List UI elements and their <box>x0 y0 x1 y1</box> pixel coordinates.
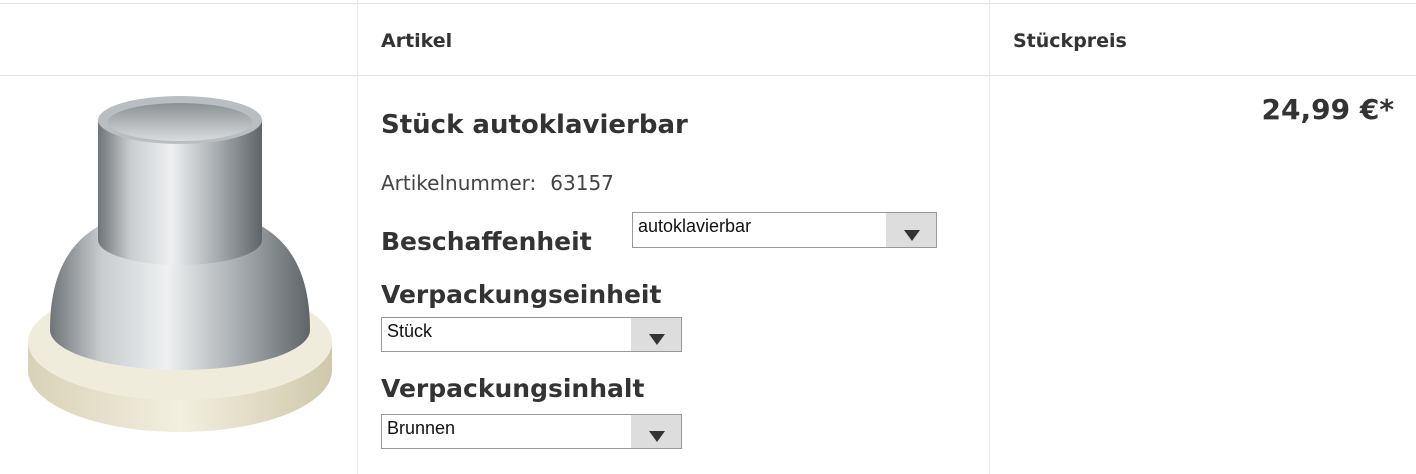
beschaffenheit-select[interactable]: autoklavierbar <box>632 212 937 248</box>
dropdown-button[interactable] <box>631 318 681 351</box>
verpackungsinhalt-label: Verpackungsinhalt <box>381 374 645 403</box>
article-number-label: Artikelnummer: <box>381 171 537 195</box>
beschaffenheit-label: Beschaffenheit <box>381 227 592 256</box>
dropdown-button[interactable] <box>631 415 681 448</box>
aluminum-cup-icon <box>28 96 332 432</box>
chevron-down-icon <box>904 230 920 241</box>
verpackungsinhalt-selected-value: Brunnen <box>387 418 456 438</box>
verpackungseinheit-selected-value: Stück <box>387 321 433 341</box>
article-number-value: 63157 <box>550 171 614 195</box>
column-header-article: Artikel <box>381 30 453 52</box>
header-bottom-border <box>0 75 1416 76</box>
column-header-price: Stückpreis <box>1013 30 1127 52</box>
chevron-down-icon <box>649 431 665 442</box>
header-top-border <box>0 3 1416 4</box>
product-title[interactable]: Stück autoklavierbar <box>381 110 688 140</box>
dropdown-button[interactable] <box>886 213 936 247</box>
chevron-down-icon <box>649 334 665 345</box>
verpackungseinheit-label: Verpackungseinheit <box>381 280 662 309</box>
beschaffenheit-selected-value: autoklavierbar <box>638 216 752 236</box>
unit-price: 24,99 €* <box>1261 93 1394 126</box>
article-number-row: Artikelnummer: 63157 <box>381 171 614 195</box>
verpackungseinheit-select[interactable]: Stück <box>381 317 682 352</box>
product-image[interactable] <box>20 80 340 454</box>
column-divider-left <box>357 0 358 474</box>
verpackungsinhalt-select[interactable]: Brunnen <box>381 414 682 449</box>
column-divider-right <box>989 0 990 474</box>
